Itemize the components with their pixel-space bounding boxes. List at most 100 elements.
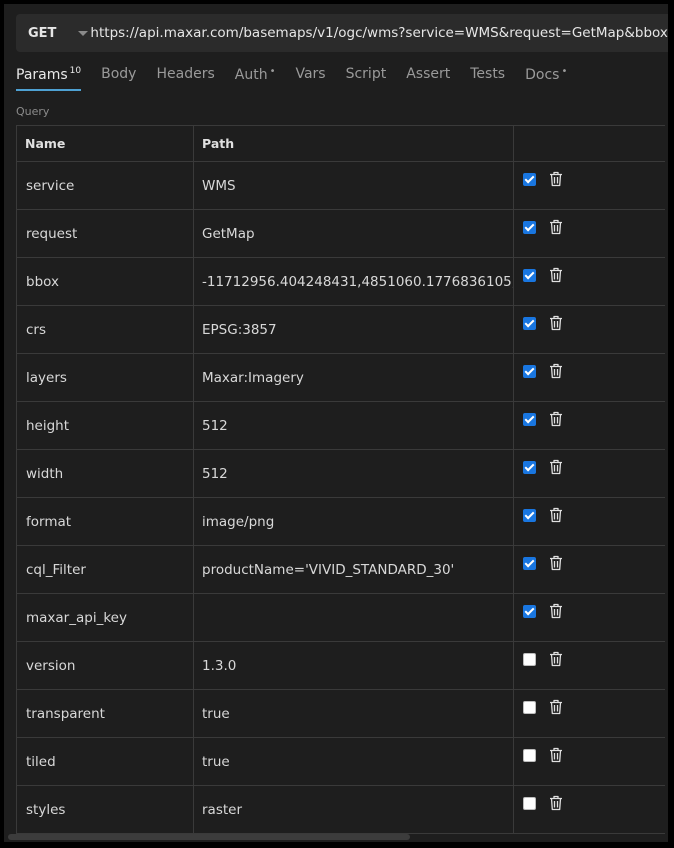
param-value[interactable]: Maxar:Imagery xyxy=(193,353,514,402)
param-name[interactable]: bbox xyxy=(16,257,194,306)
query-section-label: Query xyxy=(16,105,50,118)
tab-label: Vars xyxy=(295,66,326,82)
tab-label: Auth xyxy=(234,67,268,83)
enable-checkbox[interactable] xyxy=(523,605,536,618)
enable-checkbox[interactable] xyxy=(523,461,536,474)
param-value[interactable] xyxy=(193,593,514,642)
method-selector[interactable]: GET xyxy=(16,14,89,52)
tab-indicator-dot: • xyxy=(269,66,276,77)
param-name[interactable]: maxar_api_key xyxy=(16,593,194,642)
enable-checkbox[interactable] xyxy=(523,413,536,426)
enable-checkbox[interactable] xyxy=(523,701,536,714)
param-name[interactable]: service xyxy=(16,161,194,210)
param-value[interactable]: WMS xyxy=(193,161,514,210)
param-name[interactable]: width xyxy=(16,449,194,498)
param-value[interactable]: raster xyxy=(193,785,514,834)
tab-label: Tests xyxy=(470,66,506,82)
param-actions xyxy=(513,449,665,498)
param-value[interactable]: productName='VIVID_STANDARD_30' xyxy=(193,545,514,594)
param-value[interactable]: -11712956.404248431,4851060.1776836105,- xyxy=(193,257,514,306)
table-row: service WMS xyxy=(16,161,665,210)
tab-script[interactable]: Script xyxy=(346,66,387,90)
trash-icon[interactable] xyxy=(549,795,563,811)
param-actions xyxy=(513,257,665,306)
param-name[interactable]: height xyxy=(16,401,194,450)
column-header-path: Path xyxy=(193,125,514,162)
param-value[interactable]: image/png xyxy=(193,497,514,546)
param-name[interactable]: request xyxy=(16,209,194,258)
tab-body[interactable]: Body xyxy=(101,66,136,90)
tab-label: Script xyxy=(345,66,387,82)
table-header-row: Name Path xyxy=(16,125,665,162)
trash-icon[interactable] xyxy=(549,363,563,379)
table-row: maxar_api_key xyxy=(16,593,665,642)
param-value[interactable]: GetMap xyxy=(193,209,514,258)
trash-icon[interactable] xyxy=(549,171,563,187)
enable-checkbox[interactable] xyxy=(523,797,536,810)
tab-vars[interactable]: Vars xyxy=(295,66,325,90)
column-header-actions xyxy=(513,125,665,162)
url-input[interactable]: https://api.maxar.com/basemaps/v1/ogc/wm… xyxy=(88,25,668,41)
enable-checkbox[interactable] xyxy=(523,509,536,522)
horizontal-scrollbar[interactable] xyxy=(8,834,410,840)
table-row: cql_Filter productName='VIVID_STANDARD_30… xyxy=(16,545,665,594)
tab-indicator-dot: • xyxy=(561,66,568,77)
trash-icon[interactable] xyxy=(549,267,563,283)
tab-tests[interactable]: Tests xyxy=(470,66,505,90)
tab-label: Body xyxy=(101,66,137,82)
trash-icon[interactable] xyxy=(549,747,563,763)
param-value[interactable]: true xyxy=(193,689,514,738)
table-row: tiled true xyxy=(16,737,665,786)
trash-icon[interactable] xyxy=(549,219,563,235)
param-name[interactable]: transparent xyxy=(16,689,194,738)
trash-icon[interactable] xyxy=(549,459,563,475)
param-actions xyxy=(513,497,665,546)
param-name[interactable]: format xyxy=(16,497,194,546)
table-row: layers Maxar:Imagery xyxy=(16,353,665,402)
param-actions xyxy=(513,209,665,258)
tab-params[interactable]: Params 10 xyxy=(16,66,82,91)
param-name[interactable]: tiled xyxy=(16,737,194,786)
enable-checkbox[interactable] xyxy=(523,749,536,762)
enable-checkbox[interactable] xyxy=(523,317,536,330)
param-actions xyxy=(513,401,665,450)
param-actions xyxy=(513,593,665,642)
column-header-name: Name xyxy=(16,125,194,162)
trash-icon[interactable] xyxy=(549,555,563,571)
table-row: width 512 xyxy=(16,449,665,498)
param-value[interactable]: 512 xyxy=(193,449,514,498)
trash-icon[interactable] xyxy=(549,699,563,715)
param-name[interactable]: cql_Filter xyxy=(16,545,194,594)
param-name[interactable]: styles xyxy=(16,785,194,834)
method-label: GET xyxy=(28,25,57,41)
tab-auth[interactable]: Auth • xyxy=(235,66,276,91)
param-name[interactable]: version xyxy=(16,641,194,690)
trash-icon[interactable] xyxy=(549,603,563,619)
param-name[interactable]: crs xyxy=(16,305,194,354)
param-value[interactable]: 1.3.0 xyxy=(193,641,514,690)
param-name[interactable]: layers xyxy=(16,353,194,402)
param-actions xyxy=(513,545,665,594)
param-value[interactable]: true xyxy=(193,737,514,786)
enable-checkbox[interactable] xyxy=(523,365,536,378)
trash-icon[interactable] xyxy=(549,651,563,667)
param-actions xyxy=(513,689,665,738)
enable-checkbox[interactable] xyxy=(523,173,536,186)
trash-icon[interactable] xyxy=(549,411,563,427)
table-row: bbox -11712956.404248431,4851060.17768361… xyxy=(16,257,665,306)
enable-checkbox[interactable] xyxy=(523,221,536,234)
param-value[interactable]: 512 xyxy=(193,401,514,450)
enable-checkbox[interactable] xyxy=(523,557,536,570)
tab-docs[interactable]: Docs • xyxy=(525,66,567,91)
param-actions xyxy=(513,161,665,210)
tab-headers[interactable]: Headers xyxy=(156,66,214,90)
tab-assert[interactable]: Assert xyxy=(406,66,450,90)
trash-icon[interactable] xyxy=(549,507,563,523)
param-actions xyxy=(513,737,665,786)
table-row: format image/png xyxy=(16,497,665,546)
trash-icon[interactable] xyxy=(549,315,563,331)
enable-checkbox[interactable] xyxy=(523,269,536,282)
tab-count-badge: 10 xyxy=(69,66,82,76)
enable-checkbox[interactable] xyxy=(523,653,536,666)
param-value[interactable]: EPSG:3857 xyxy=(193,305,514,354)
